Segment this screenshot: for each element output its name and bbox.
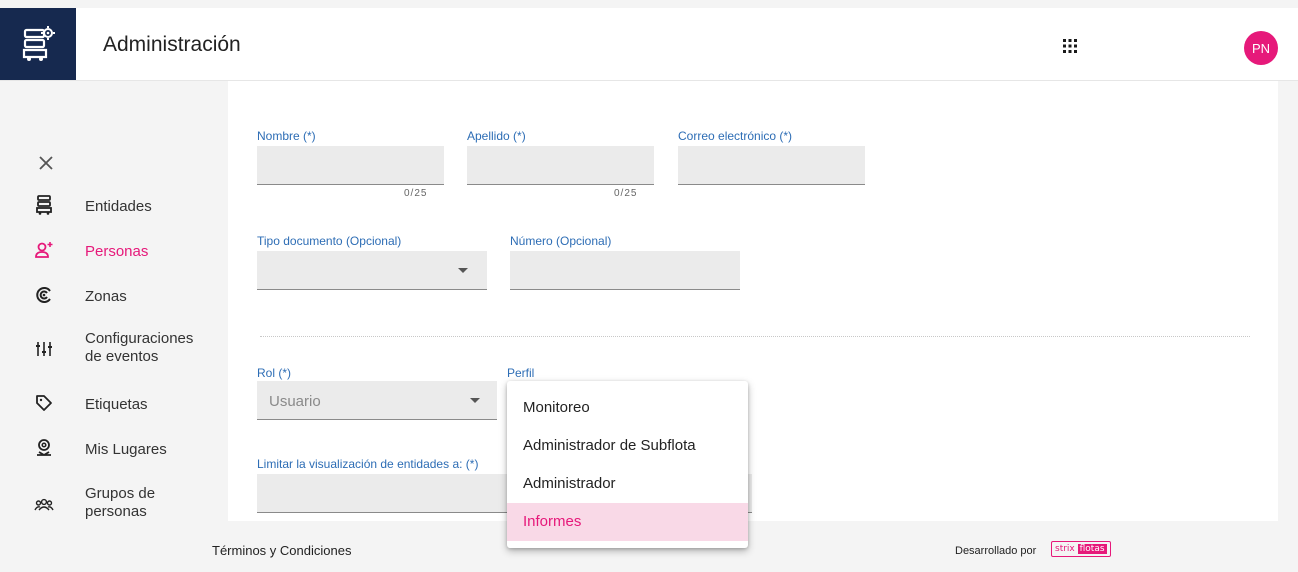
strix-flotas-logo[interactable]: strix flotas [1051,541,1111,557]
user-avatar[interactable]: PN [1244,31,1278,65]
limitar-label: Limitar la visualización de entidades a:… [257,457,479,471]
developed-by-text: Desarrollado por [955,545,1037,557]
apellido-field[interactable] [467,146,654,185]
chevron-down-icon [470,398,480,403]
sidebar-item-personas[interactable]: Personas [0,228,228,272]
sidebar-item-label: Etiquetas [85,396,148,413]
perfil-option-administrador[interactable]: Administrador [507,465,748,503]
perfil-option-administrador-subflota[interactable]: Administrador de Subflota [507,427,748,465]
perfil-option-informes[interactable]: Informes [507,503,748,541]
nombre-field[interactable] [257,146,444,185]
rol-select-value: Usuario [269,393,321,410]
sidebar-item-label: Entidades [85,198,152,215]
tag-icon [32,391,56,415]
apellido-counter: 0/25 [614,188,638,199]
rol-select[interactable]: Usuario [257,381,497,420]
sidebar-item-zonas[interactable]: Zonas [0,273,228,317]
apellido-label: Apellido (*) [467,129,526,143]
nombre-label: Nombre (*) [257,129,316,143]
sidebar-item-configuraciones[interactable]: Configuraciones de eventos [0,326,228,372]
vehicle-icon [32,193,56,217]
sidebar-item-etiquetas[interactable]: Etiquetas [0,381,228,425]
perfil-label: Perfil [507,366,535,380]
sidebar-item-label: Mis Lugares [85,441,167,458]
perfil-option-monitoreo[interactable]: Monitoreo [507,389,748,427]
nombre-counter: 0/25 [404,188,428,199]
person-add-icon [32,238,56,262]
chevron-down-icon [458,268,468,273]
sidebar-item-label: Grupos de personas [85,485,156,520]
sidebar: Entidades Personas Zonas Configuraciones… [0,81,228,533]
perfil-dropdown-menu: Monitoreo Administrador de Subflota Admi… [507,381,748,548]
terms-link[interactable]: Términos y Condiciones [212,543,351,558]
sidebar-item-label: Personas [85,243,149,260]
numero-field[interactable] [510,251,740,290]
section-divider [260,336,1250,337]
sidebar-item-label: Zonas [85,288,127,305]
page-title: Administración [103,33,241,56]
sidebar-item-grupos[interactable]: Grupos de personas [0,481,228,527]
sidebar-item-entidades[interactable]: Entidades [0,183,228,227]
tipo-documento-select[interactable] [257,251,487,290]
apps-grid-icon[interactable] [1060,36,1080,56]
correo-label: Correo electrónico (*) [678,129,793,143]
top-bar: Administración PN [0,8,1298,81]
zones-icon [32,283,56,307]
sliders-icon [32,337,56,361]
fleet-admin-icon [22,26,55,61]
close-icon[interactable] [36,153,56,173]
group-icon [32,492,56,516]
numero-label: Número (Opcional) [510,234,612,248]
tipo-documento-label: Tipo documento (Opcional) [257,234,402,248]
email-field[interactable] [678,146,865,185]
place-pin-icon [32,436,56,460]
app-logo[interactable] [0,8,76,80]
sidebar-item-mis-lugares[interactable]: Mis Lugares [0,426,228,470]
rol-label: Rol (*) [257,366,292,380]
person-form: Nombre (*) 0/25 Apellido (*) 0/25 Correo… [228,81,1278,521]
sidebar-item-label: Configuraciones de eventos [85,330,194,365]
